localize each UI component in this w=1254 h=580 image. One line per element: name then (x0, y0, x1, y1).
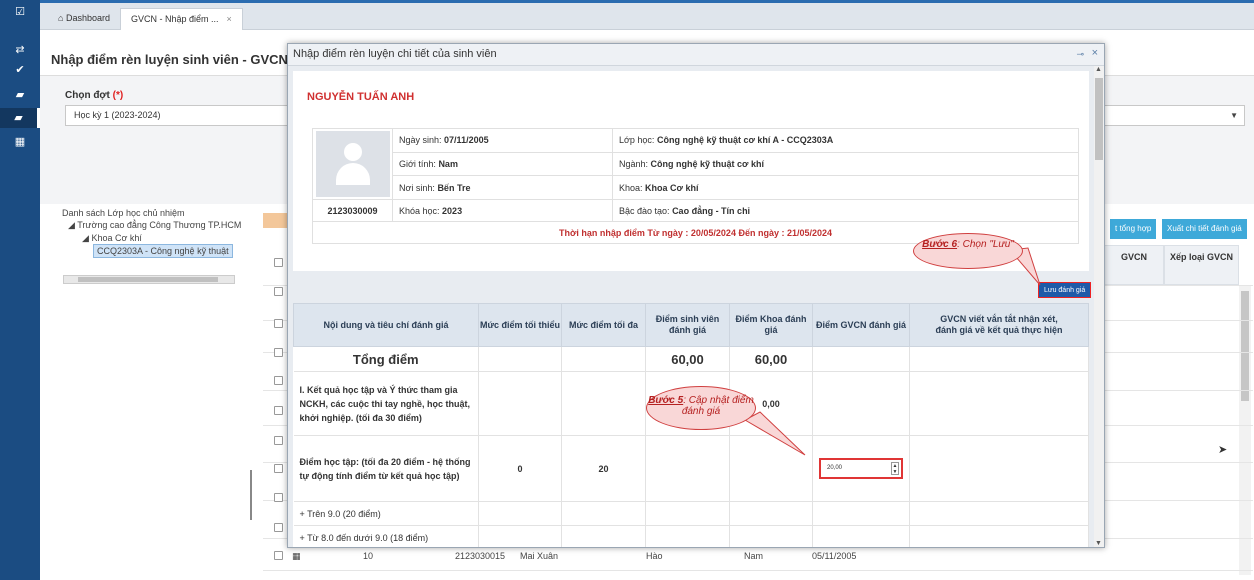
callout-step6-text: : Chọn "Lưu" (957, 239, 1014, 250)
callout-pointer-step5 (743, 411, 806, 456)
callout-step5-text: : Cập nhật điểm đánh giá (681, 395, 754, 417)
callout-pointers (743, 247, 1041, 456)
callout-step6: Bước 6: Chọn "Lưu" (913, 233, 1023, 269)
callout-step5: Bước 5: Cập nhật điểm đánh giá (646, 386, 756, 430)
callout-step6-step: Bước 6 (922, 239, 958, 250)
callout-step5-step: Bước 5 (648, 395, 684, 406)
